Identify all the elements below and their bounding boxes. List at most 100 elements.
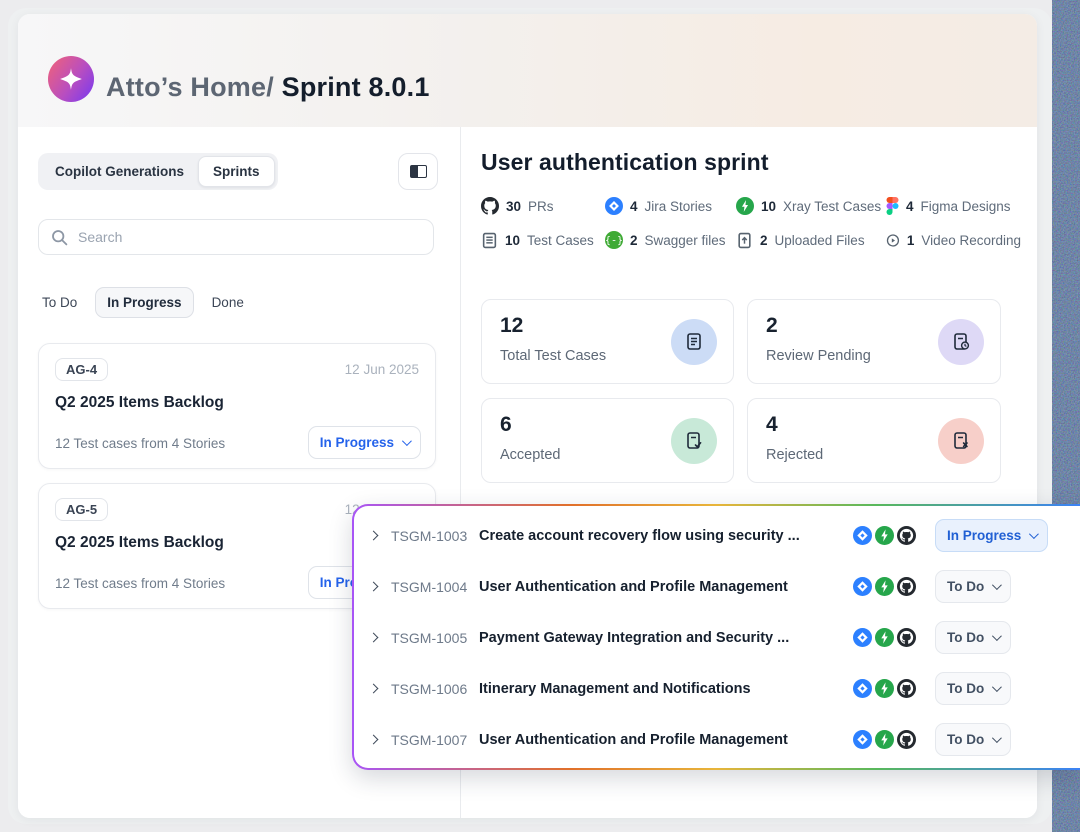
story-row-tsgm-1007[interactable]: TSGM-1007 User Authentication and Profil… <box>354 714 1080 765</box>
badge-count: 4 <box>630 199 638 214</box>
xray-icon <box>875 679 894 698</box>
filter-done[interactable]: Done <box>212 295 244 310</box>
search-input[interactable] <box>78 229 378 245</box>
xray-icon <box>875 526 894 545</box>
story-status-label: To Do <box>947 732 984 747</box>
sprint-title: Q2 2025 Items Backlog <box>55 534 224 552</box>
badge-video-recording: 1 Video Recording <box>886 232 1021 249</box>
chevron-right-icon[interactable] <box>369 531 379 541</box>
story-title: Itinerary Management and Notifications <box>479 681 849 697</box>
stat-cards: 12 Total Test Cases <box>481 299 1001 483</box>
sprint-card-ag-4[interactable]: AG-4 12 Jun 2025 Q2 2025 Items Backlog 1… <box>38 343 436 469</box>
story-row-tsgm-1006[interactable]: TSGM-1006 Itinerary Management and Notif… <box>354 663 1080 714</box>
tab-copilot-generations[interactable]: Copilot Generations <box>41 157 198 186</box>
badge-label: Swagger files <box>645 233 726 248</box>
story-row-tsgm-1003[interactable]: TSGM-1003 Create account recovery flow u… <box>354 510 1080 561</box>
jira-icon <box>853 526 872 545</box>
sprint-title: Q2 2025 Items Backlog <box>55 394 224 412</box>
story-status-dropdown[interactable]: In Progress <box>935 519 1048 552</box>
chevron-right-icon[interactable] <box>369 735 379 745</box>
github-icon <box>897 526 916 545</box>
doc-clock-icon <box>938 319 984 365</box>
chevron-down-icon <box>992 733 1002 743</box>
sprint-detail-title: User authentication sprint <box>481 149 769 176</box>
sprint-date: 12 Jun 2025 <box>345 362 419 377</box>
filter-todo[interactable]: To Do <box>42 295 77 310</box>
badge-label: Uploaded Files <box>775 233 865 248</box>
story-status-dropdown[interactable]: To Do <box>935 723 1011 756</box>
sprint-id-badge: AG-5 <box>55 498 108 521</box>
breadcrumb-home[interactable]: Atto’s Home/ <box>106 72 274 102</box>
chevron-down-icon <box>992 682 1002 692</box>
chevron-down-icon <box>402 436 412 446</box>
view-switcher: Copilot Generations Sprints <box>38 153 278 190</box>
doc-check-icon <box>671 418 717 464</box>
story-status-label: To Do <box>947 579 984 594</box>
story-source-icons <box>853 628 929 647</box>
stat-label: Accepted <box>500 447 560 463</box>
figma-icon <box>886 197 899 215</box>
tab-sprints[interactable]: Sprints <box>198 156 275 187</box>
badge-count: 2 <box>760 233 768 248</box>
search-icon <box>51 229 68 246</box>
badge-count: 2 <box>630 233 638 248</box>
github-icon <box>897 730 916 749</box>
badge-test-cases: 10 Test Cases <box>481 232 605 249</box>
badge-label: Jira Stories <box>645 199 713 214</box>
stat-value: 2 <box>766 314 778 338</box>
story-title: Create account recovery flow using secur… <box>479 528 849 544</box>
stat-label: Rejected <box>766 447 823 463</box>
sprint-subtitle: 12 Test cases from 4 Stories <box>55 436 225 451</box>
chevron-down-icon <box>992 631 1002 641</box>
sparkle-logo-icon <box>58 66 84 92</box>
stat-label: Total Test Cases <box>500 348 606 364</box>
chevron-down-icon <box>1029 529 1039 539</box>
jira-icon <box>853 679 872 698</box>
story-row-tsgm-1005[interactable]: TSGM-1005 Payment Gateway Integration an… <box>354 612 1080 663</box>
sprint-subtitle: 12 Test cases from 4 Stories <box>55 576 225 591</box>
story-title: User Authentication and Profile Manageme… <box>479 732 849 748</box>
story-status-label: In Progress <box>947 528 1021 543</box>
story-title: Payment Gateway Integration and Security… <box>479 630 849 646</box>
github-icon <box>897 679 916 698</box>
badge-count: 1 <box>907 233 915 248</box>
chevron-right-icon[interactable] <box>369 684 379 694</box>
xray-icon <box>736 197 754 215</box>
badge-uploaded-files: 2 Uploaded Files <box>736 232 886 249</box>
badge-prs: 30 PRs <box>481 197 605 215</box>
story-status-label: To Do <box>947 681 984 696</box>
story-source-icons <box>853 577 929 596</box>
badge-count: 4 <box>906 199 914 214</box>
story-row-tsgm-1004[interactable]: TSGM-1004 User Authentication and Profil… <box>354 561 1080 612</box>
collapse-panel-icon <box>410 165 427 178</box>
jira-icon <box>853 577 872 596</box>
stories-overlay-panel: TSGM-1003 Create account recovery flow u… <box>352 504 1080 770</box>
badge-count: 30 <box>506 199 521 214</box>
story-status-dropdown[interactable]: To Do <box>935 621 1011 654</box>
filter-in-progress[interactable]: In Progress <box>95 287 193 318</box>
swagger-icon: {-} <box>605 231 623 249</box>
stat-label: Review Pending <box>766 348 871 364</box>
story-source-icons <box>853 679 929 698</box>
search-bar[interactable] <box>38 219 434 255</box>
badge-xray-test-cases: 10 Xray Test Cases <box>736 197 886 215</box>
badge-count: 10 <box>761 199 776 214</box>
stat-value: 12 <box>500 314 523 338</box>
sprint-status-dropdown[interactable]: In Progress <box>308 426 421 459</box>
sprint-id-badge: AG-4 <box>55 358 108 381</box>
badge-figma-designs: 4 Figma Designs <box>886 197 1021 215</box>
page-title: Sprint 8.0.1 <box>274 72 430 102</box>
badge-count: 10 <box>505 233 520 248</box>
collapse-panel-button[interactable] <box>398 153 438 190</box>
story-status-dropdown[interactable]: To Do <box>935 570 1011 603</box>
chevron-right-icon[interactable] <box>369 633 379 643</box>
jira-icon <box>853 730 872 749</box>
stories-list: TSGM-1003 Create account recovery flow u… <box>354 506 1080 768</box>
story-source-icons <box>853 730 929 749</box>
page: Atto’s Home/ Sprint 8.0.1 Copilot Genera… <box>0 0 1080 832</box>
story-id: TSGM-1005 <box>391 630 479 646</box>
chevron-right-icon[interactable] <box>369 582 379 592</box>
story-status-dropdown[interactable]: To Do <box>935 672 1011 705</box>
doc-x-icon <box>938 418 984 464</box>
jira-icon <box>853 628 872 647</box>
